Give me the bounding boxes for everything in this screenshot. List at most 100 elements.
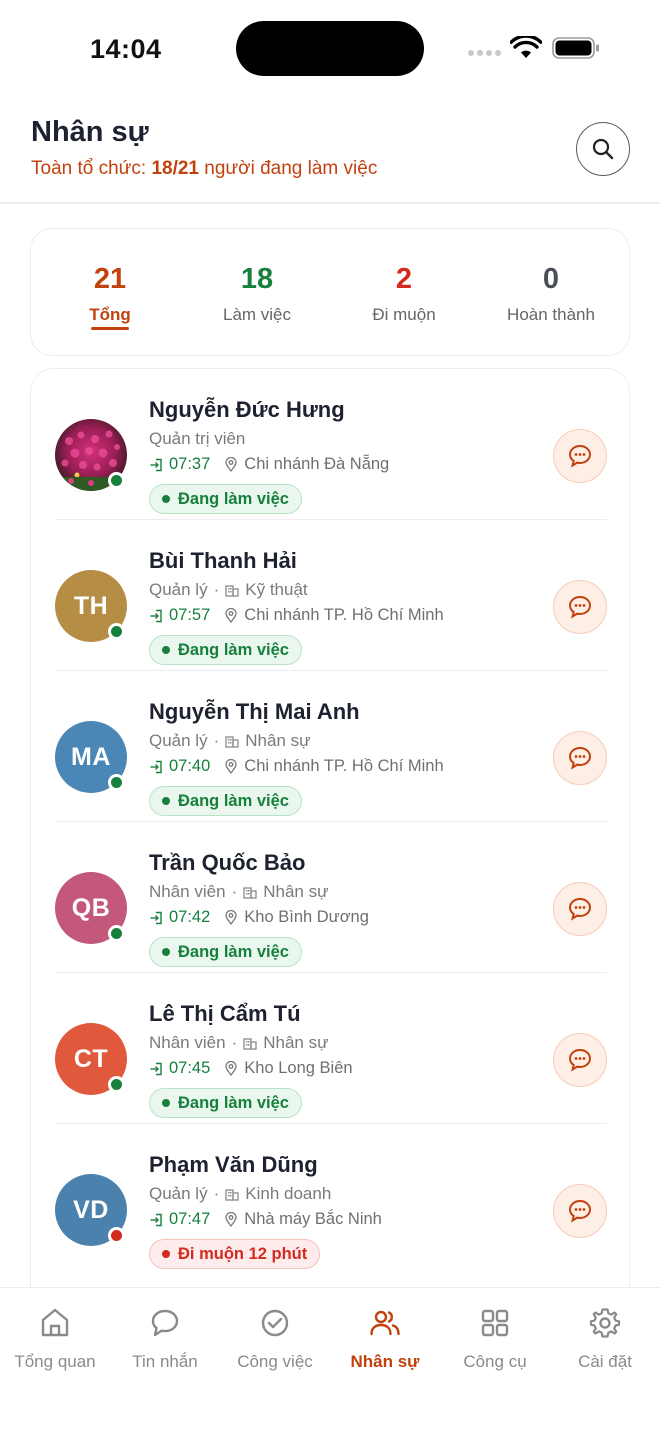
employee-meta: 07:47 Nhà máy Bắc Ninh xyxy=(149,1210,382,1229)
employee-row[interactable]: QB Trần Quốc Bảo Nhân viên · Nhân sự 07:42 Kho… xyxy=(31,822,629,973)
employee-role: Quản lý xyxy=(149,580,208,599)
check-in-time: 07:47 xyxy=(169,1210,211,1228)
employee-location: Chi nhánh Đà Nẵng xyxy=(244,455,390,473)
employee-row[interactable]: Nguyễn Đức Hưng Quản trị viên 07:37 Chi nhá… xyxy=(31,369,629,520)
nav-label: Công việc xyxy=(237,1352,313,1371)
employee-role: Quản trị viên xyxy=(149,429,246,448)
employee-name: Lê Thị Cẩm Tú xyxy=(149,1001,301,1026)
nav-label: Tổng quan xyxy=(14,1352,96,1371)
building-icon xyxy=(225,585,239,597)
avatar-initials: MA xyxy=(71,742,111,771)
stat-tab-late[interactable]: 2 Đi muộn xyxy=(329,263,479,325)
stat-value: 0 xyxy=(542,263,560,295)
cellular-icon xyxy=(468,50,501,56)
status-badge-label: Đang làm việc xyxy=(178,640,289,659)
presence-indicator xyxy=(108,623,125,640)
location-pin-icon xyxy=(225,1212,237,1227)
chat-bubble-icon xyxy=(568,746,592,770)
task-check-icon xyxy=(261,1309,289,1337)
employee-row[interactable]: MA Nguyễn Thị Mai Anh Quản lý · Nhân sự 07:40… xyxy=(31,671,629,822)
message-button[interactable] xyxy=(553,429,607,483)
employee-name: Nguyễn Thị Mai Anh xyxy=(149,699,360,724)
check-in-time: 07:42 xyxy=(169,908,211,926)
nav-label: Cài đặt xyxy=(578,1352,632,1371)
status-badge: Đang làm việc xyxy=(149,937,302,967)
building-icon xyxy=(225,736,239,748)
nav-item[interactable]: Công việc xyxy=(220,1306,330,1372)
employee-role-line: Quản trị viên xyxy=(149,429,245,449)
employee-role-line: Quản lý · Nhân sự xyxy=(149,731,311,751)
employee-dept: Nhân sự xyxy=(263,882,329,901)
presence-indicator xyxy=(108,1076,125,1093)
stat-tab-total[interactable]: 21 Tổng xyxy=(35,263,185,325)
status-badge: Đi muộn 12 phút xyxy=(149,1239,321,1269)
chat-icon xyxy=(151,1309,179,1337)
message-button[interactable] xyxy=(553,1184,607,1238)
battery-icon xyxy=(552,37,599,59)
message-button[interactable] xyxy=(553,1033,607,1087)
nav-label: Công cụ xyxy=(463,1352,527,1371)
stat-value: 2 xyxy=(395,263,413,295)
stat-label: Tổng xyxy=(89,305,131,324)
avatar-initials: TH xyxy=(73,591,109,620)
check-in-icon xyxy=(150,458,162,471)
status-dot xyxy=(162,797,170,805)
building-icon xyxy=(225,1189,239,1201)
nav-label: Nhân sự xyxy=(350,1352,420,1371)
home-icon xyxy=(41,1308,69,1337)
avatar-initials: VD xyxy=(73,1195,109,1224)
dynamic-island xyxy=(236,21,424,76)
chat-bubble-icon xyxy=(568,1199,592,1223)
status-dot xyxy=(162,495,170,503)
stat-value: 18 xyxy=(240,263,274,295)
nav-item[interactable]: Tổng quan xyxy=(0,1306,110,1372)
avatar-initials: QB xyxy=(71,893,111,922)
active-tab-indicator xyxy=(91,327,129,330)
status-dot xyxy=(162,1250,170,1258)
nav-item[interactable]: Nhân sự xyxy=(330,1306,440,1372)
employee-name: Phạm Văn Dũng xyxy=(149,1152,318,1177)
employee-dept: Kinh doanh xyxy=(245,1184,332,1203)
role-separator: · xyxy=(231,1033,238,1052)
employee-role: Nhân viên xyxy=(149,1033,226,1052)
nav-item[interactable]: Công cụ xyxy=(440,1306,550,1372)
status-time: 14:04 xyxy=(90,34,162,64)
stat-tab-completed[interactable]: 0 Hoàn thành xyxy=(476,263,626,325)
status-bar: 14:04 xyxy=(0,0,660,96)
status-dot xyxy=(162,948,170,956)
status-dot xyxy=(162,1099,170,1107)
people-icon xyxy=(370,1310,400,1336)
employee-meta: 07:37 Chi nhánh Đà Nẵng xyxy=(149,455,389,474)
check-in-icon xyxy=(150,911,162,924)
status-badge-label: Đang làm việc xyxy=(178,489,289,508)
message-button[interactable] xyxy=(553,731,607,785)
employee-name: Trần Quốc Bảo xyxy=(149,850,306,875)
employee-row[interactable]: CT Lê Thị Cẩm Tú Nhân viên · Nhân sự 07:45 Kho… xyxy=(31,973,629,1124)
chat-bubble-icon xyxy=(568,1048,592,1072)
chat-bubble-icon xyxy=(568,444,592,468)
role-separator: · xyxy=(213,731,220,750)
check-in-icon xyxy=(150,1213,162,1226)
check-in-time: 07:37 xyxy=(169,455,211,473)
status-badge: Đang làm việc xyxy=(149,786,302,816)
status-badge-label: Đang làm việc xyxy=(178,942,289,961)
status-badge: Đang làm việc xyxy=(149,1088,302,1118)
employee-row[interactable]: VD Phạm Văn Dũng Quản lý · Kinh doanh 07:47 Nh… xyxy=(31,1124,629,1275)
employee-location: Chi nhánh TP. Hồ Chí Minh xyxy=(244,606,444,624)
location-pin-icon xyxy=(225,1061,237,1076)
employee-row[interactable]: TH Bùi Thanh Hải Quản lý · Kỹ thuật 07:57 Chi … xyxy=(31,520,629,671)
stat-label: Đi muộn xyxy=(372,305,436,324)
employee-name: Nguyễn Đức Hưng xyxy=(149,397,345,422)
location-pin-icon xyxy=(225,457,237,472)
status-badge: Đang làm việc xyxy=(149,635,302,665)
stat-value: 21 xyxy=(93,263,127,295)
nav-item[interactable]: Cài đặt xyxy=(550,1306,660,1372)
nav-item[interactable]: Tin nhắn xyxy=(110,1306,220,1372)
message-button[interactable] xyxy=(553,882,607,936)
wifi-icon xyxy=(510,36,542,58)
search-button[interactable] xyxy=(576,122,630,176)
chat-bubble-icon xyxy=(568,595,592,619)
stat-tab-working[interactable]: 18 Làm việc xyxy=(182,263,332,325)
message-button[interactable] xyxy=(553,580,607,634)
org-summary-prefix: Toàn tổ chức: xyxy=(31,158,152,179)
